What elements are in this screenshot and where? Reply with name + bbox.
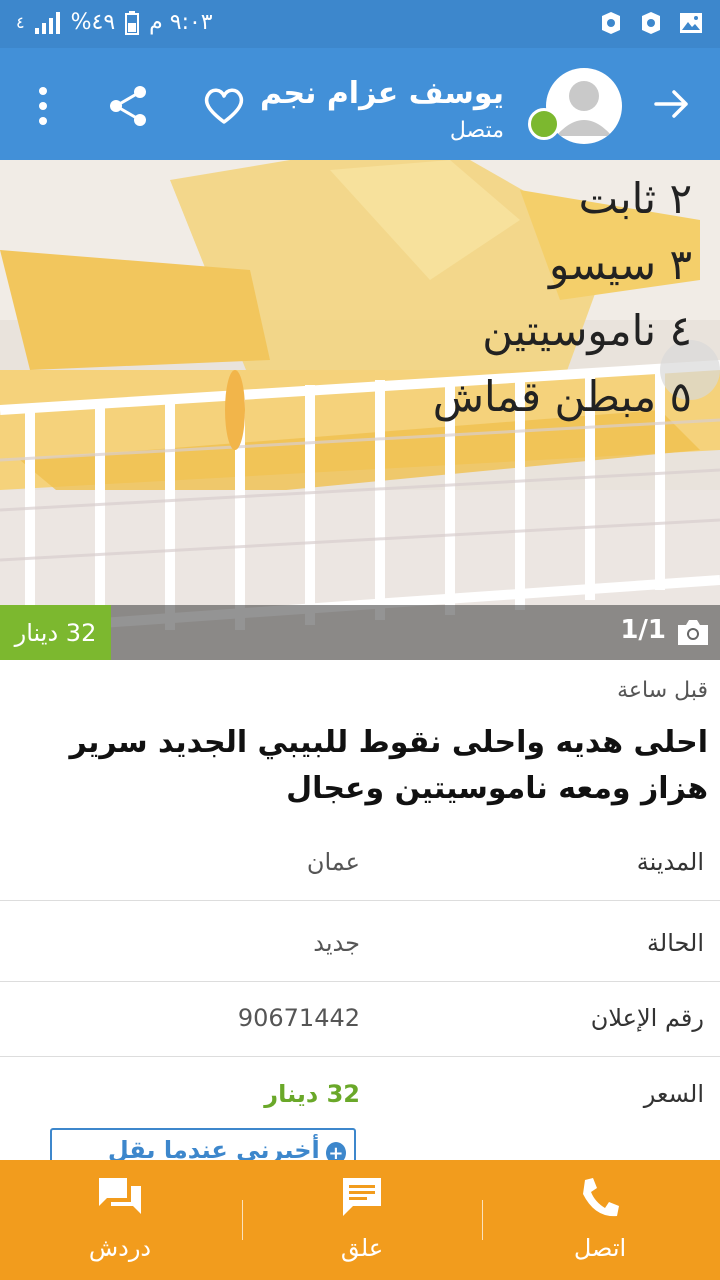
network-type: ٤	[16, 13, 25, 32]
overlay-line: ٥ مبطن قماش	[432, 372, 692, 421]
listing-photo[interactable]: ٢ ثابت ٣ سيسو ٤ ناموسيتين ٥ مبطن قماش	[0, 160, 720, 660]
call-button[interactable]: اتصل	[480, 1160, 720, 1280]
heart-icon[interactable]	[202, 86, 246, 126]
detail-value: عمان	[306, 848, 360, 876]
photo-counter: 1/1	[620, 615, 666, 645]
detail-label: المدينة	[636, 848, 704, 876]
chat-label: دردش	[88, 1234, 152, 1262]
status-right	[598, 10, 704, 36]
detail-label: السعر	[643, 1080, 704, 1108]
price-badge: 32 دينار	[0, 605, 111, 660]
detail-row-condition: الحالة جديد	[0, 907, 720, 982]
notification-icon	[602, 12, 620, 34]
back-arrow-icon[interactable]	[652, 84, 692, 124]
phone-icon	[583, 1178, 619, 1217]
overlay-line: ٣ سيسو	[549, 240, 692, 289]
battery-icon	[125, 10, 140, 35]
signal-icon	[34, 11, 60, 34]
image-icon	[680, 13, 702, 33]
price-value: 32 دينار	[264, 1080, 360, 1108]
status-bar: ٩:٠٣ م ٤٩% ٤	[0, 0, 720, 48]
user-status: متصل	[449, 118, 504, 143]
battery-level: ٤٩%	[70, 10, 116, 35]
camera-icon	[678, 620, 708, 645]
detail-value: 90671442	[237, 1004, 360, 1032]
overlay-line: ٤ ناموسيتين	[482, 306, 692, 355]
online-indicator	[528, 108, 560, 140]
share-icon[interactable]	[108, 84, 148, 128]
comment-button[interactable]: علق	[242, 1160, 482, 1280]
listing-title: احلى هديه واحلى نقوط للبيبي الجديد سرير …	[69, 725, 708, 806]
call-label: اتصل	[573, 1234, 627, 1262]
detail-label: رقم الإعلان	[590, 1004, 704, 1032]
divider	[242, 1200, 243, 1240]
detail-row-city: المدينة عمان	[0, 826, 720, 901]
status-left: ٩:٠٣ م ٤٩% ٤	[16, 10, 213, 35]
notification-icon-2	[642, 12, 660, 34]
more-menu-icon[interactable]	[36, 86, 50, 126]
clock: ٩:٠٣ م	[149, 10, 213, 35]
posted-time: قبل ساعة	[617, 678, 708, 703]
app-bar: يوسف عزام نجم متصل	[0, 48, 720, 160]
divider	[482, 1200, 483, 1240]
photo-counter-bar: 1/1	[111, 605, 720, 660]
photo-text-overlay: ٢ ثابت ٣ سيسو ٤ ناموسيتين ٥ مبطن قماش	[433, 166, 692, 430]
chat-icon	[99, 1178, 141, 1214]
chat-button[interactable]: دردش	[0, 1160, 240, 1280]
comment-icon	[343, 1178, 381, 1216]
detail-row-price: السعر 32 دينار	[0, 1058, 720, 1132]
overlay-line: ٢ ثابت	[578, 174, 692, 223]
detail-label: الحالة	[647, 929, 704, 957]
comment-label: علق	[340, 1234, 384, 1262]
detail-row-ad-number: رقم الإعلان 90671442	[0, 982, 720, 1057]
bottom-action-bar: اتصل علق دردش	[0, 1160, 720, 1280]
user-name[interactable]: يوسف عزام نجم	[260, 76, 504, 111]
detail-value: جديد	[313, 929, 360, 957]
